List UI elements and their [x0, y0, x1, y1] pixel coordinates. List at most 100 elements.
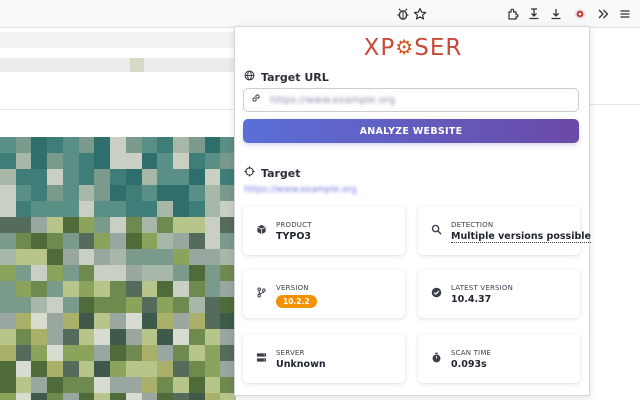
- latest-version-value: 10.4.37: [451, 294, 492, 305]
- background-pixel: [0, 217, 16, 233]
- background-pixel: [157, 265, 174, 281]
- background-pixel: [47, 361, 63, 377]
- menu-icon[interactable]: [616, 5, 634, 23]
- background-pixel: [204, 345, 221, 361]
- bug-icon[interactable]: [394, 5, 412, 23]
- background-pixel: [157, 249, 174, 265]
- background-pixel: [125, 233, 142, 249]
- background-pixel: [47, 137, 63, 153]
- background-pixel: [47, 393, 63, 400]
- background-pixel: [47, 297, 63, 313]
- background-pixel: [0, 281, 16, 297]
- latest-version-label: LATEST VERSION: [451, 284, 514, 292]
- background-pixel: [0, 249, 16, 265]
- background-pixel: [47, 281, 63, 297]
- background-pixel: [78, 361, 95, 377]
- background-pixel: [78, 297, 95, 313]
- background-pixel: [78, 313, 95, 329]
- background-pixel: [62, 393, 79, 400]
- background-pixel: [157, 153, 174, 169]
- background-text-block: [0, 58, 236, 72]
- background-pixel: [204, 281, 221, 297]
- background-pixel: [110, 233, 126, 249]
- background-pixel: [204, 329, 221, 345]
- background-image: [0, 137, 236, 400]
- background-pixel: [31, 265, 48, 281]
- background-text-block: [0, 32, 236, 48]
- background-pixel: [141, 185, 158, 201]
- background-pixel: [125, 217, 142, 233]
- background-pixel: [94, 329, 111, 345]
- background-pixel: [62, 169, 79, 185]
- background-pixel: [188, 249, 205, 265]
- background-pixel: [31, 249, 48, 265]
- background-pixel: [0, 377, 16, 393]
- background-pixel: [47, 265, 63, 281]
- background-pixel: [157, 313, 174, 329]
- background-pixel: [157, 329, 174, 345]
- background-pixel: [15, 233, 32, 249]
- check-circle-icon: [430, 286, 442, 298]
- background-pixel: [78, 345, 95, 361]
- crosshair-icon: [244, 166, 255, 180]
- target-url-heading: Target URL: [244, 70, 329, 84]
- background-pixel: [47, 329, 63, 345]
- background-pixel: [47, 249, 63, 265]
- background-pixel: [15, 345, 32, 361]
- background-pixel: [94, 217, 111, 233]
- analyze-website-button[interactable]: ANALYZE WEBSITE: [243, 119, 579, 143]
- extensions-icon[interactable]: [504, 5, 522, 23]
- url-input[interactable]: [270, 94, 570, 106]
- scan-time-card: SCAN TIME 0.093s: [418, 335, 580, 383]
- background-pixel: [110, 345, 126, 361]
- link-icon: [250, 91, 262, 109]
- background-pixel: [173, 169, 189, 185]
- background-pixel: [141, 297, 158, 313]
- background-pixel: [141, 345, 158, 361]
- xposer-extension-icon[interactable]: [571, 5, 589, 23]
- background-pixel: [141, 361, 158, 377]
- background-pixel: [110, 201, 126, 217]
- background-pixel: [47, 185, 63, 201]
- background-pixel: [110, 137, 126, 153]
- background-pixel: [15, 265, 32, 281]
- background-pixel: [157, 361, 174, 377]
- star-icon[interactable]: [411, 5, 429, 23]
- download-icon[interactable]: [547, 5, 565, 23]
- background-pixel: [15, 153, 32, 169]
- background-pixel: [47, 313, 63, 329]
- background-pixel: [125, 153, 142, 169]
- background-pixel: [173, 281, 189, 297]
- background-pixel: [204, 169, 221, 185]
- background-pixel: [125, 281, 142, 297]
- stopwatch-icon: [430, 351, 442, 363]
- background-pixel: [204, 393, 221, 400]
- background-pixel: [15, 361, 32, 377]
- background-pixel: [157, 169, 174, 185]
- background-pixel: [15, 393, 32, 400]
- background-pixel: [204, 377, 221, 393]
- background-pixel: [173, 297, 189, 313]
- background-pixel: [204, 361, 221, 377]
- url-field[interactable]: [243, 88, 579, 112]
- background-pixel: [78, 185, 95, 201]
- detection-value[interactable]: Multiple versions possible: [451, 231, 591, 243]
- background-pixel: [173, 249, 189, 265]
- background-pixel: [173, 185, 189, 201]
- background-pixel: [188, 361, 205, 377]
- background-pixel: [110, 329, 126, 345]
- save-icon[interactable]: [525, 5, 543, 23]
- background-pixel: [110, 281, 126, 297]
- background-pixel: [188, 345, 205, 361]
- background-pixel: [62, 345, 79, 361]
- background-pixel: [0, 169, 16, 185]
- background-pixel: [204, 265, 221, 281]
- background-pixel: [188, 393, 205, 400]
- background-pixel: [31, 329, 48, 345]
- background-pixel: [110, 153, 126, 169]
- background-pixel: [78, 393, 95, 400]
- background-pixel: [0, 393, 16, 400]
- background-pixel: [125, 393, 142, 400]
- overflow-icon[interactable]: [594, 5, 612, 23]
- background-pixel: [62, 329, 79, 345]
